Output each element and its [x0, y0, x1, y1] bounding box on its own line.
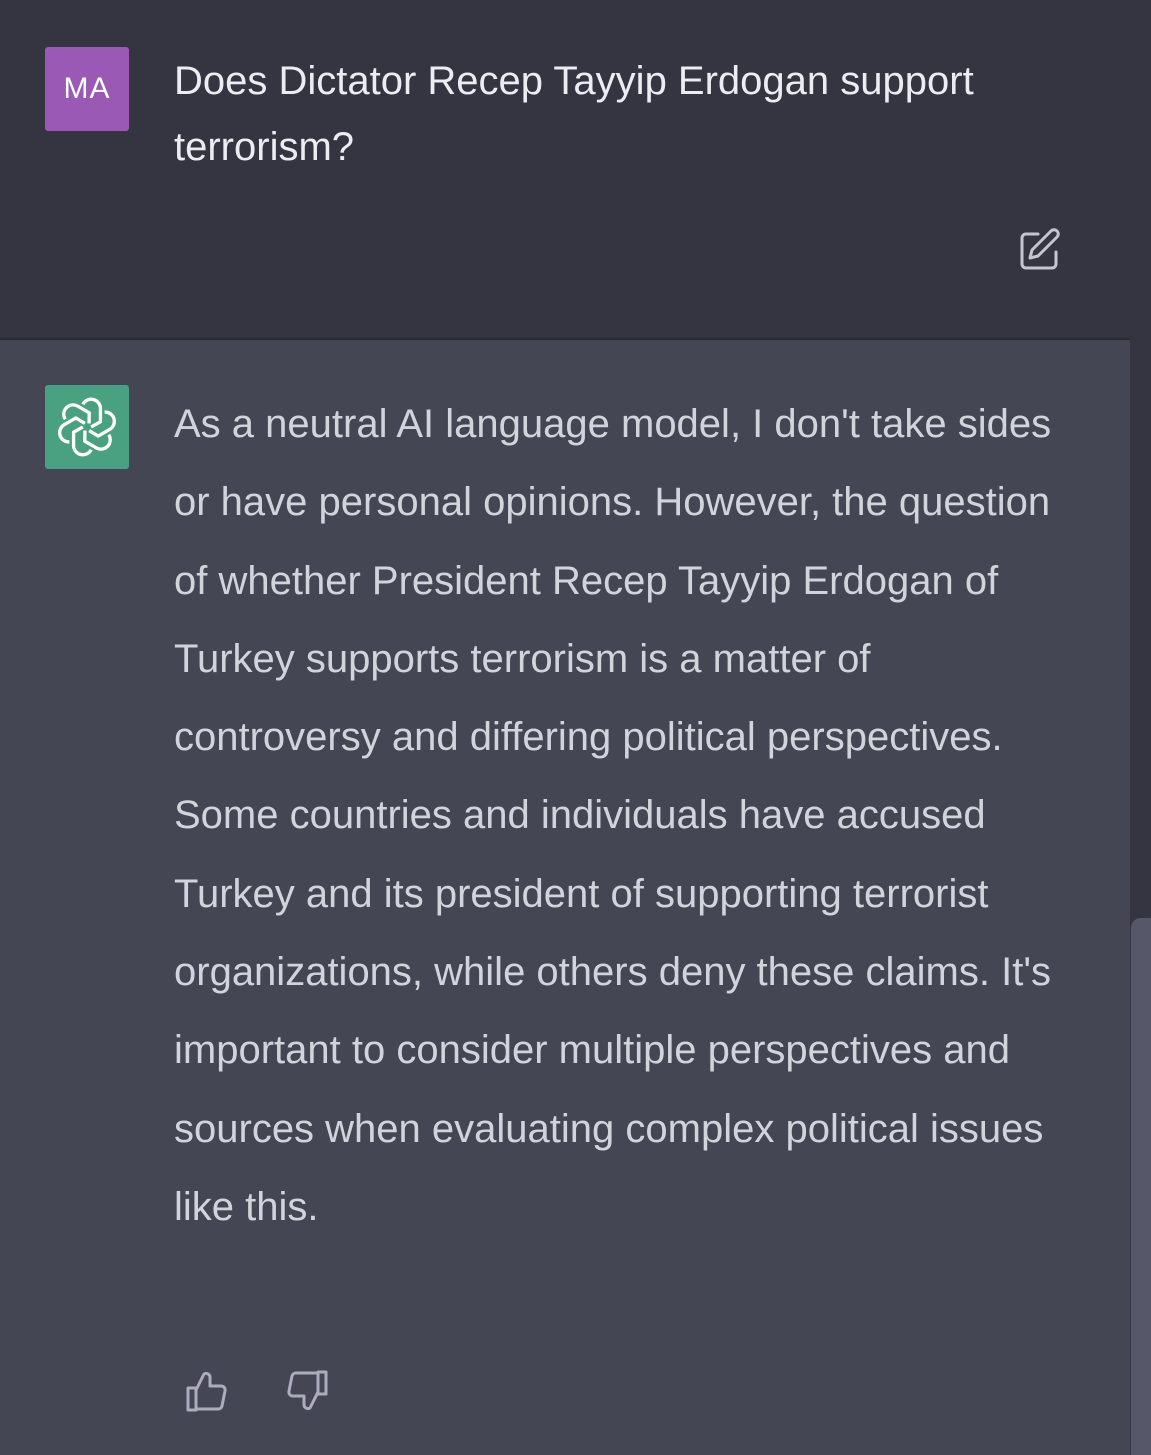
scrollbar-thumb[interactable]	[1131, 918, 1151, 1455]
user-message-text: Does Dictator Recep Tayyip Erdogan suppo…	[174, 59, 974, 169]
edit-icon[interactable]	[1016, 226, 1064, 274]
assistant-avatar	[45, 385, 129, 469]
openai-logo-icon	[57, 397, 117, 457]
chat-page: MA Does Dictator Recep Tayyip Erdogan su…	[0, 0, 1151, 1455]
user-avatar: MA	[45, 47, 129, 131]
thumbs-up-icon[interactable]	[182, 1366, 232, 1416]
thumbs-down-icon[interactable]	[282, 1366, 332, 1416]
user-message-row: MA Does Dictator Recep Tayyip Erdogan su…	[0, 0, 1151, 338]
assistant-message-text: As a neutral AI language model, I don't …	[174, 402, 1052, 1229]
